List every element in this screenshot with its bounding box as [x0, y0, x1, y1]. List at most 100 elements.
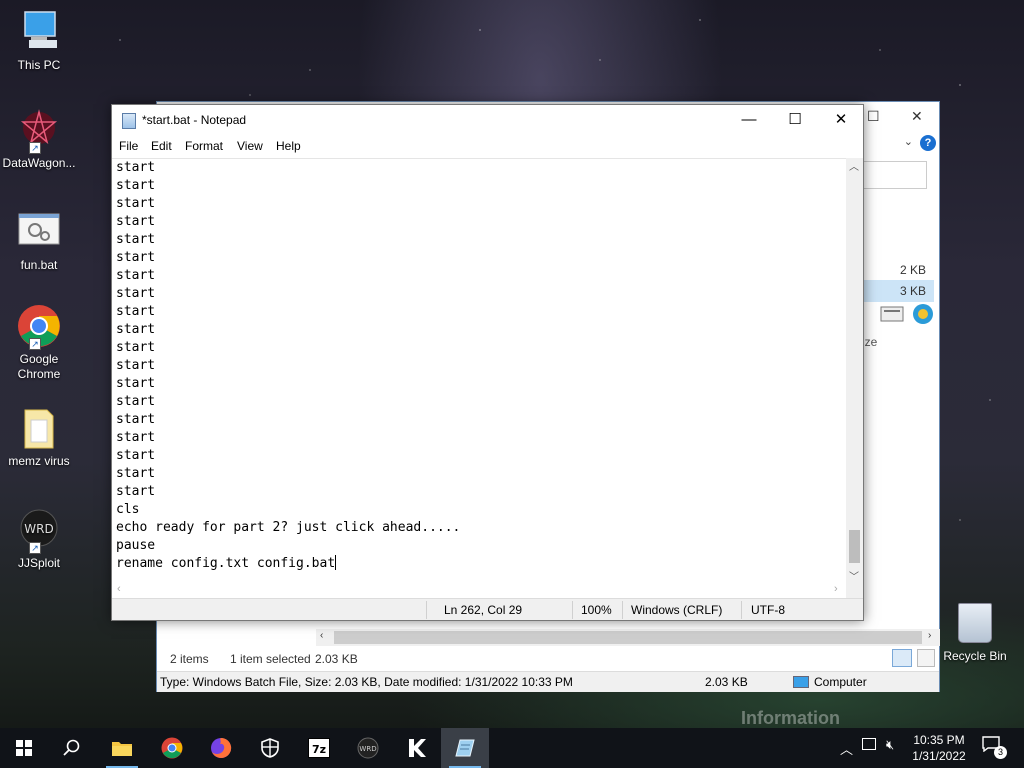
editor-line: rename config.txt config.bat	[116, 555, 337, 571]
horizontal-scrollbar[interactable]: ‹ ›	[112, 581, 846, 598]
start-button[interactable]	[0, 728, 48, 768]
jjsploit-icon: WRD ↗	[17, 508, 61, 554]
text-editor-area[interactable]: start start start start start start start start…	[112, 158, 863, 586]
selection-count: 1 item selected	[230, 652, 311, 666]
menu-view[interactable]: View	[237, 139, 263, 153]
chevron-up-icon[interactable]: ︿	[840, 739, 853, 758]
menu-format[interactable]: Format	[185, 139, 223, 153]
recycle-bin-icon	[958, 603, 992, 643]
desktop-icon-recycle-bin[interactable]: Recycle Bin	[940, 603, 1010, 663]
status-divider	[741, 601, 742, 619]
notification-count-badge: 3	[994, 746, 1007, 759]
datawagon-icon: ↗	[17, 108, 61, 154]
taskbar-file-explorer[interactable]	[98, 728, 146, 768]
notepad-title-bar[interactable]: *start.bat - Notepad — ☐ ✕	[112, 105, 863, 136]
wallpaper-watermark: Information	[741, 708, 840, 728]
minimize-button[interactable]: —	[726, 109, 772, 133]
taskbar-notepad[interactable]	[441, 728, 489, 768]
editor-line: start	[116, 430, 156, 445]
volume-muted-icon[interactable]: 🔇︎	[886, 737, 894, 753]
file-row-size[interactable]: 2 KB	[862, 259, 934, 281]
scroll-left-icon[interactable]: ‹	[320, 630, 323, 641]
taskbar-jjsploit[interactable]: WRD	[344, 728, 392, 768]
scroll-thumb[interactable]	[334, 631, 922, 644]
explorer-horizontal-scrollbar[interactable]: ‹ ›	[316, 629, 940, 646]
editor-line: start	[116, 466, 156, 481]
cursor-position: Ln 262, Col 29	[444, 603, 523, 617]
taskbar-windows-security[interactable]	[246, 728, 294, 768]
scroll-right-icon[interactable]: ›	[928, 630, 931, 641]
action-center-button[interactable]: 3	[982, 736, 1007, 760]
desktop-icon-label: memz virus	[8, 454, 70, 468]
taskbar-clock[interactable]: 10:35 PM 1/31/2022	[906, 732, 972, 764]
desktop-icon-memz-virus[interactable]: memz virus	[2, 406, 76, 469]
desktop-icon-this-pc[interactable]: This PC	[2, 10, 76, 73]
help-icon[interactable]: ?	[920, 135, 936, 151]
item-count: 2 items	[170, 652, 209, 666]
scrollbar-corner	[846, 581, 863, 598]
desktop-icon-label: Recycle Bin	[943, 649, 1007, 663]
taskbar-google-chrome[interactable]	[148, 728, 196, 768]
editor-line: start	[116, 250, 156, 265]
editor-line: start	[116, 268, 156, 283]
batch-file-icon	[17, 210, 61, 254]
editor-line: start	[116, 214, 156, 229]
menu-help[interactable]: Help	[276, 139, 301, 153]
line-endings: Windows (CRLF)	[631, 603, 723, 617]
jjsploit-icon: WRD	[357, 737, 379, 759]
desktop-icon-label: fun.bat	[20, 258, 58, 272]
chrome-icon: ↗	[17, 304, 61, 350]
scroll-thumb[interactable]	[849, 530, 860, 563]
location-label: Computer	[814, 675, 867, 689]
file-row-size-selected[interactable]: 3 KB	[862, 280, 934, 302]
editor-line: start	[116, 196, 156, 211]
vertical-scrollbar[interactable]: ︿ ﹀	[846, 158, 863, 586]
desktop-icon-label: JJSploit	[17, 556, 61, 570]
menu-file[interactable]: File	[119, 139, 138, 153]
maximize-button[interactable]: ☐	[772, 109, 818, 133]
search-button[interactable]	[48, 728, 96, 768]
selection-size: 2.03 KB	[315, 652, 358, 666]
editor-line: start	[116, 484, 156, 499]
file-details: Type: Windows Batch File, Size: 2.03 KB,…	[160, 675, 573, 689]
shortcut-arrow-icon: ↗	[29, 338, 41, 350]
notepad-icon	[122, 113, 136, 129]
scroll-left-icon[interactable]: ‹	[117, 583, 121, 595]
shortcut-arrow-icon: ↗	[29, 142, 41, 154]
taskbar-firefox[interactable]	[197, 728, 245, 768]
large-icons-view-icon[interactable]	[917, 649, 935, 667]
svg-text:7z: 7z	[312, 743, 326, 756]
desktop-icon-fun-bat[interactable]: fun.bat	[2, 210, 76, 273]
desktop-icon-datawagon[interactable]: ↗ DataWagon...	[2, 108, 76, 171]
status-divider	[622, 601, 623, 619]
maximize-icon[interactable]: ☐	[867, 108, 880, 125]
column-header-size[interactable]: ize	[862, 335, 877, 349]
menu-edit[interactable]: Edit	[151, 139, 172, 153]
clock-date: 1/31/2022	[912, 749, 966, 763]
details-view-icon[interactable]	[892, 649, 912, 667]
taskbar-7zip[interactable]: 7z	[295, 728, 343, 768]
network-icon[interactable]	[862, 738, 876, 750]
editor-line: start	[116, 376, 156, 391]
editor-line: start	[116, 160, 156, 175]
shield-icon	[261, 738, 279, 758]
chevron-down-icon[interactable]: ⌄	[904, 135, 913, 148]
close-button[interactable]: ✕	[818, 109, 864, 133]
scroll-right-icon[interactable]: ›	[834, 583, 838, 595]
notepad-status-bar: Ln 262, Col 29 100% Windows (CRLF) UTF-8	[112, 598, 863, 620]
notepad-window[interactable]: *start.bat - Notepad — ☐ ✕ File Edit For…	[111, 104, 864, 621]
folder-icon	[17, 406, 61, 450]
search-input[interactable]	[861, 161, 927, 189]
desktop-icon-google-chrome[interactable]: ↗ Google Chrome	[2, 304, 76, 382]
desktop-icon-jjsploit[interactable]: WRD ↗ JJSploit	[2, 508, 76, 571]
close-icon[interactable]: ✕	[911, 108, 923, 125]
desktop-icon-label: DataWagon...	[2, 156, 76, 170]
scroll-up-icon[interactable]: ︿	[849, 158, 859, 173]
editor-line: start	[116, 340, 156, 355]
taskbar-krnl[interactable]	[393, 728, 441, 768]
editor-line: start	[116, 304, 156, 319]
firefox-icon	[211, 737, 232, 758]
svg-text:WRD: WRD	[359, 745, 376, 753]
explorer-status-bar: 2 items 1 item selected 2.03 KB	[157, 647, 939, 671]
7zip-icon: 7z	[308, 738, 330, 758]
